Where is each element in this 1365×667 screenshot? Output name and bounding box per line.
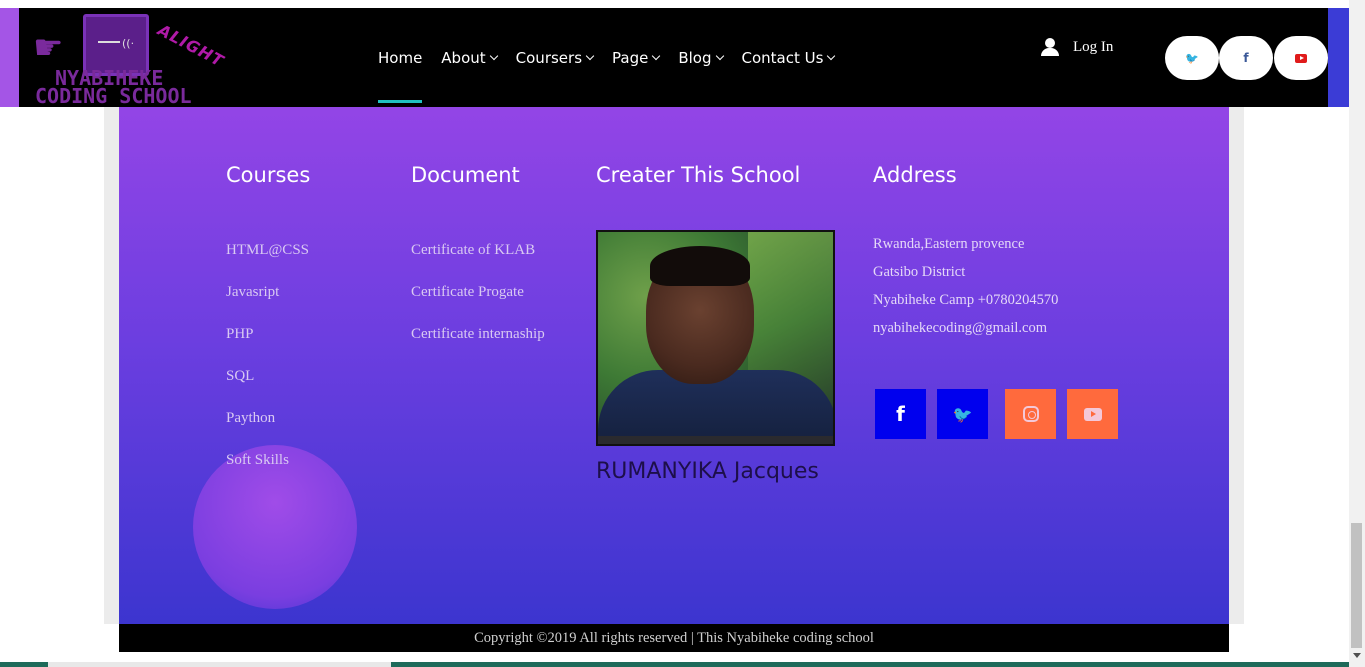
- header-edge-left: [0, 8, 19, 107]
- header-facebook-button[interactable]: f: [1219, 36, 1273, 80]
- document-link-progate[interactable]: Certificate Progate: [411, 284, 524, 301]
- chevron-down-icon: [489, 51, 498, 60]
- nav-home-label: Home: [378, 48, 423, 67]
- facebook-icon: f: [1243, 51, 1249, 65]
- page-margin-right: [1229, 107, 1244, 624]
- courses-title: Courses: [226, 163, 311, 187]
- nav-coursers[interactable]: Coursers: [515, 8, 595, 107]
- page-margin-left: [104, 107, 119, 624]
- logo-alight-text: ALIGHT: [154, 20, 228, 71]
- twitter-icon: 🐦: [952, 404, 973, 424]
- youtube-icon: [1295, 53, 1307, 63]
- copyright-bar: Copyright ©2019 All rights reserved | Th…: [119, 624, 1229, 652]
- scrollbar-thumb[interactable]: [1351, 523, 1362, 648]
- course-link-python[interactable]: Paython: [226, 410, 275, 427]
- login-link[interactable]: Log In: [1041, 38, 1113, 56]
- course-link-html-css[interactable]: HTML@CSS: [226, 242, 309, 259]
- chevron-down-icon: [585, 51, 595, 60]
- nav-about-label: About: [441, 48, 486, 67]
- address-line-email[interactable]: nyabihekecoding@gmail.com: [873, 320, 1047, 337]
- document-link-klab[interactable]: Certificate of KLAB: [411, 242, 535, 259]
- page: ((· ☛ ALIGHT NYABIHEKE CODING SCHOOL Hom…: [0, 0, 1365, 667]
- nav-coursers-label: Coursers: [515, 48, 583, 67]
- address-line-phone: Nyabiheke Camp +0780204570: [873, 292, 1059, 308]
- site-footer: Courses HTML@CSS Javasript PHP SQL Payth…: [119, 107, 1229, 624]
- course-link-javascript[interactable]: Javasript: [226, 284, 279, 301]
- copyright-text: Copyright ©2019 All rights reserved | Th…: [474, 629, 874, 646]
- header-edge-right: [1328, 8, 1349, 107]
- course-link-soft-skills[interactable]: Soft Skills: [226, 452, 289, 469]
- address-line-district: Gatsibo District: [873, 264, 966, 280]
- nav-blog[interactable]: Blog: [678, 8, 724, 107]
- school-logo[interactable]: ((· ☛ ALIGHT NYABIHEKE CODING SCHOOL: [31, 12, 231, 108]
- logo-text-line2: CODING SCHOOL: [35, 84, 192, 108]
- address-title: Address: [873, 163, 957, 187]
- site-header: ((· ☛ ALIGHT NYABIHEKE CODING SCHOOL Hom…: [19, 8, 1328, 108]
- footer-facebook-button[interactable]: f: [875, 389, 926, 439]
- bottom-bar: [0, 662, 1349, 667]
- scroll-down-arrow-icon[interactable]: [1353, 653, 1361, 658]
- chevron-down-icon: [715, 51, 724, 60]
- nav-contact-us[interactable]: Contact Us: [741, 8, 836, 107]
- nav-blog-label: Blog: [678, 48, 712, 67]
- chevron-down-icon: [827, 51, 836, 60]
- document-title: Document: [411, 163, 520, 187]
- nav-about[interactable]: About: [441, 8, 498, 107]
- nav-page-label: Page: [612, 48, 649, 67]
- address-line-country: Rwanda,Eastern provence: [873, 236, 1025, 252]
- instagram-icon: [1022, 406, 1039, 422]
- nav-home[interactable]: Home: [378, 8, 423, 107]
- creator-title: Creater This School: [596, 163, 801, 187]
- decorative-circle: [193, 445, 357, 609]
- login-label: Log In: [1073, 38, 1114, 55]
- top-strip: [0, 0, 1365, 8]
- nav-page[interactable]: Page: [612, 8, 661, 107]
- facebook-icon: f: [896, 402, 905, 426]
- creator-photo: [596, 230, 835, 446]
- twitter-icon: 🐦: [1185, 51, 1199, 65]
- course-link-sql[interactable]: SQL: [226, 368, 254, 385]
- footer-youtube-button[interactable]: [1067, 389, 1118, 439]
- logo-hand-icon: ☛: [33, 28, 64, 68]
- nav-contact-us-label: Contact Us: [741, 48, 824, 67]
- header-youtube-button[interactable]: [1274, 36, 1328, 80]
- logo-monitor-line: [98, 41, 120, 43]
- document-link-internship[interactable]: Certificate internaship: [411, 326, 545, 343]
- footer-instagram-button[interactable]: [1005, 389, 1056, 439]
- chevron-down-icon: [652, 51, 661, 60]
- youtube-icon: [1083, 407, 1102, 421]
- logo-monitor-waves: ((·: [122, 37, 135, 50]
- main-nav: Home About Coursers Page Blog Contact Us: [378, 8, 836, 107]
- course-link-php[interactable]: PHP: [226, 326, 254, 343]
- header-twitter-button[interactable]: 🐦: [1165, 36, 1219, 80]
- footer-twitter-button[interactable]: 🐦: [937, 389, 988, 439]
- creator-name: RUMANYIKA Jacques: [596, 459, 819, 484]
- user-icon: [1041, 38, 1059, 56]
